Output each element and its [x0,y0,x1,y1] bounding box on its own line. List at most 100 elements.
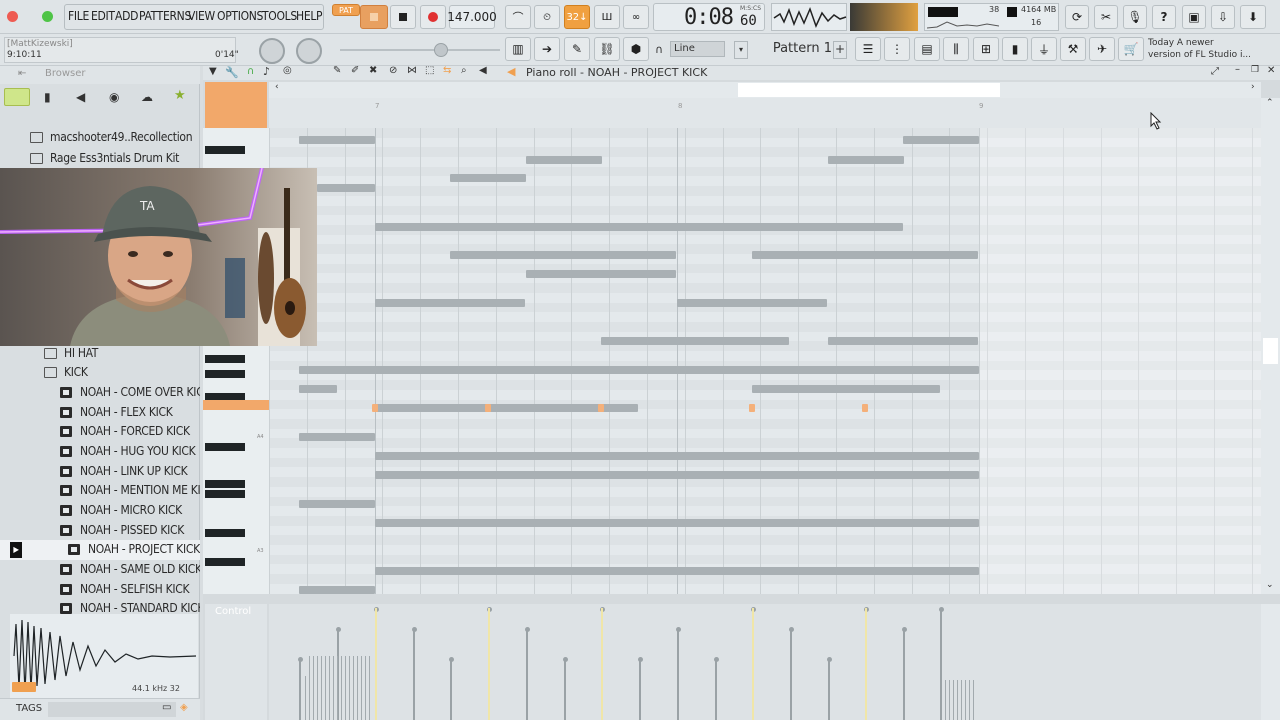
vertical-scrollbar[interactable]: ⌃ ⌄ [1261,98,1280,594]
slip-icon[interactable]: ⇆ [443,65,451,76]
magnet-snap-icon[interactable]: ∩ [247,66,254,77]
channel-rack-button[interactable]: ▤ [914,37,940,61]
velocity-bar-minor[interactable] [341,656,342,720]
velocity-bar-minor[interactable] [321,656,322,720]
zoom-icon[interactable]: ⌕ [461,65,467,76]
midi-note[interactable] [450,174,526,182]
play-button[interactable] [360,5,388,29]
velocity-bar-minor[interactable] [365,656,366,720]
browser-file-item[interactable]: NOAH - PISSED KICK [0,521,200,541]
midi-note[interactable] [601,337,789,345]
velocity-bar-selected[interactable] [865,608,867,720]
browser-button[interactable]: ⊞ [973,37,999,61]
velocity-bar-minor[interactable] [953,680,954,720]
velocity-bar-selected[interactable] [752,608,754,720]
velocity-bar[interactable] [450,660,452,720]
black-key[interactable] [205,480,245,488]
velocity-bar[interactable] [639,660,641,720]
project-button[interactable]: ▮ [1002,37,1028,61]
pencil-button[interactable]: ✎ [564,37,590,61]
tag-icon[interactable]: ◈ [180,702,188,713]
plugin-icon[interactable]: ◉ [109,90,119,104]
scrollbar-thumb[interactable] [738,83,1000,97]
black-key[interactable] [205,146,245,154]
midi-note[interactable] [828,337,978,345]
midi-note[interactable] [375,519,979,527]
preview-play-button[interactable] [12,682,36,692]
velocity-bar-minor[interactable] [961,680,962,720]
midi-note[interactable] [752,385,940,393]
menu-help[interactable]: HELP [296,9,323,23]
velocity-handle[interactable] [901,627,907,632]
velocity-bar-minor[interactable] [313,656,314,720]
midi-note[interactable] [375,471,979,479]
velocity-bar-minor[interactable] [957,680,958,720]
velocity-bar[interactable] [790,630,792,720]
velocity-bar-minor[interactable] [945,680,946,720]
maximize-window-button[interactable] [42,11,53,22]
velocity-handle[interactable] [411,627,417,632]
slider-handle[interactable] [434,43,448,57]
browser-file-item[interactable]: NOAH - LINK UP KICK [0,462,200,482]
minimize-icon[interactable]: – [1235,64,1240,75]
black-key[interactable] [205,558,245,566]
document-icon[interactable]: ▮ [44,90,51,104]
event-editor[interactable] [269,604,1261,720]
velocity-bar-minor[interactable] [305,676,306,720]
midi-note[interactable] [375,452,979,460]
stamp-icon[interactable]: ◎ [283,65,292,76]
mute-icon[interactable]: ⊘ [389,65,397,76]
velocity-bar-minor[interactable] [317,656,318,720]
velocity-bar-minor[interactable] [333,656,334,720]
velocity-bar-minor[interactable] [361,656,362,720]
event-scrollbar[interactable] [1261,604,1280,720]
velocity-bar[interactable] [828,660,830,720]
help-button[interactable]: ? [1152,5,1176,29]
add-pattern-button[interactable]: + [833,41,847,59]
note-icon[interactable]: ♪ [263,65,270,78]
midi-note[interactable] [677,299,827,307]
wrench-icon[interactable]: 🔧 [225,66,239,79]
restore-icon[interactable]: ❐ [1251,65,1259,75]
folder-icon[interactable]: ▭ [162,702,171,713]
master-volume-meter[interactable] [850,3,918,31]
velocity-bar[interactable] [940,610,942,720]
menu-tools[interactable]: TOOLS [262,9,297,23]
velocity-bar-minor[interactable] [369,656,370,720]
velocity-bar-selected[interactable] [601,608,603,720]
menu-add[interactable]: ADD [115,9,138,23]
master-pitch-knob[interactable] [296,38,322,64]
velocity-bar-minor[interactable] [325,656,326,720]
menu-arrow-icon[interactable]: ▼ [209,66,217,77]
horizontal-scrollbar[interactable]: ‹ › [269,82,1261,98]
browser-file-item[interactable]: NOAH - MICRO KICK [0,501,200,521]
velocity-bar[interactable] [903,630,905,720]
velocity-bar-minor[interactable] [309,656,310,720]
velocity-bar-minor[interactable] [329,656,330,720]
velocity-handle[interactable] [562,657,568,662]
black-key[interactable] [205,490,245,498]
paint-icon[interactable]: ✐ [351,65,359,76]
black-key[interactable] [205,443,245,451]
stamp-button[interactable]: ⬢ [623,37,649,61]
cut-button[interactable]: ✂ [1094,5,1118,29]
download-button[interactable]: ⬇ [1240,5,1266,29]
speaker-icon[interactable]: ◀ [76,90,85,104]
close-icon[interactable]: ✕ [1267,65,1275,76]
mic-button[interactable]: 🎙 [1123,5,1147,29]
scroll-left-icon[interactable]: ‹ [275,82,279,92]
browser-folder-item[interactable]: macshooter49..Recollection [0,128,200,148]
browser-file-item[interactable]: NOAH - COME OVER KICK [0,383,200,403]
arrow-button[interactable]: ➔ [534,37,560,61]
midi-note[interactable] [375,223,903,231]
midi-note-selected[interactable] [862,404,868,412]
velocity-bar-minor[interactable] [969,680,970,720]
velocity-bar[interactable] [677,630,679,720]
export-button[interactable]: ⇩ [1211,5,1235,29]
velocity-handle[interactable] [788,627,794,632]
midi-note[interactable] [450,251,676,259]
velocity-bar-minor[interactable] [973,680,974,720]
timeline-ruler[interactable]: 7 8 9 [269,98,1261,128]
mixer-button[interactable]: ⫼ [943,37,969,61]
playlist-button[interactable]: ☰ [855,37,881,61]
